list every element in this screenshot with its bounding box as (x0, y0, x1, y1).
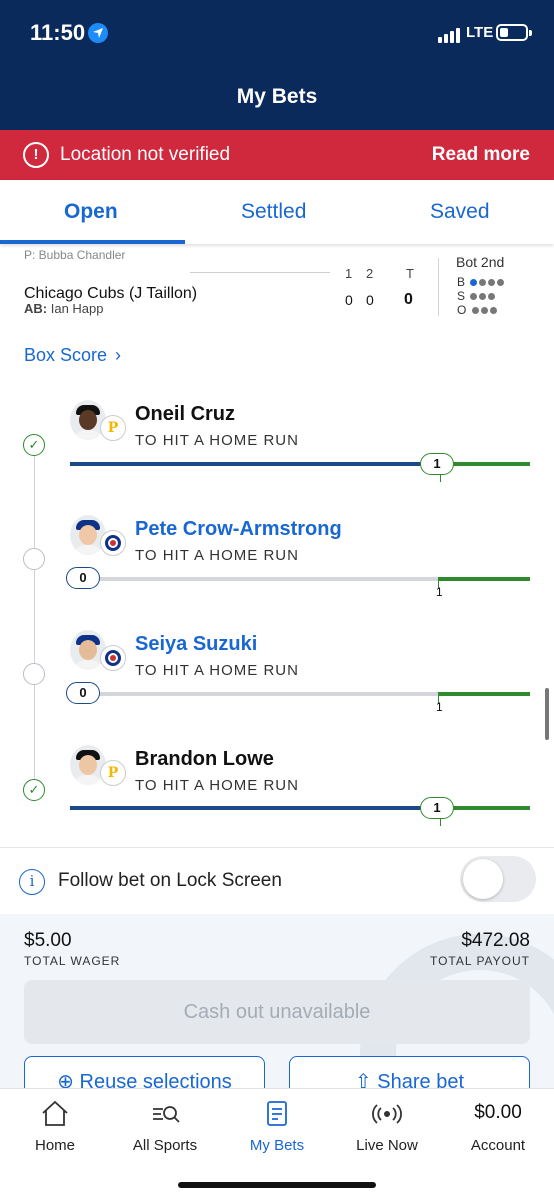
reuse-selections-button[interactable]: ⊕ Reuse selections (24, 1056, 265, 1090)
nav-label: Live Now (356, 1137, 418, 1154)
divider (190, 272, 330, 273)
alert-icon: ! (23, 142, 49, 168)
nav-label: Home (34, 1137, 75, 1154)
progress-count-pill: 0 (66, 567, 100, 589)
target-label: 1 (436, 585, 443, 599)
live-broadcast-icon (332, 1099, 442, 1127)
player-name: Brandon Lowe (135, 748, 274, 770)
count-label: B (457, 275, 466, 289)
strikes-count: S (457, 289, 496, 303)
total-payout-label: TOTAL PAYOUT (429, 954, 530, 968)
bet-tabs: Open Settled Saved (0, 180, 554, 244)
pitcher-line: P: Bubba Chandler (24, 248, 126, 262)
read-more-link[interactable]: Read more (432, 144, 530, 166)
page-title: My Bets (236, 85, 318, 108)
signal-icon (438, 25, 462, 43)
cubs-logo-icon (100, 645, 126, 671)
inning-score: 0 (345, 292, 353, 308)
scrollbar[interactable] (545, 688, 549, 740)
selection-timeline (34, 446, 35, 792)
progress-bar (70, 577, 530, 581)
progress-count-pill: 1 (420, 453, 454, 475)
progress-bar (70, 692, 530, 696)
market-label: TO HIT A HOME RUN (135, 432, 299, 449)
total-wager-value: $5.00 (24, 930, 72, 951)
goal-segment (438, 692, 530, 696)
market-label: TO HIT A HOME RUN (135, 547, 299, 564)
target-tick (440, 474, 441, 482)
app-header: 11:50 LTE My Bets (0, 0, 554, 130)
nav-label: My Bets (249, 1137, 305, 1154)
progress-bar (70, 462, 530, 466)
bet-slip-icon (222, 1099, 332, 1127)
target-label: 1 (436, 700, 443, 714)
active-tab-indicator (0, 240, 185, 244)
alert-message: Location not verified (60, 144, 231, 165)
outs-count: O (457, 303, 497, 317)
home-indicator[interactable] (178, 1182, 376, 1188)
follow-bet-label: Follow bet on Lock Screen (58, 870, 282, 891)
market-label: TO HIT A HOME RUN (135, 777, 299, 794)
tab-settled[interactable]: Settled (241, 200, 306, 224)
toggle-knob (463, 859, 503, 899)
check-icon: ✓ (23, 434, 45, 456)
info-icon: i (19, 869, 45, 895)
goal-segment (438, 577, 530, 581)
check-icon: ✓ (23, 779, 45, 801)
divider (0, 847, 554, 848)
account-balance: $0.00 (474, 1102, 522, 1123)
nav-label: Account (470, 1137, 526, 1154)
balls-count: B (457, 275, 505, 289)
at-bat-line: AB: Ian Happ (24, 301, 104, 316)
pirates-logo-icon: P (100, 415, 126, 441)
count-label: S (457, 289, 466, 303)
progress-count-pill: 0 (66, 682, 100, 704)
target-tick (440, 818, 441, 826)
location-arrow-icon (88, 23, 108, 43)
pending-circle-icon (23, 663, 45, 685)
box-score-link[interactable]: Box Score › (24, 345, 121, 366)
battery-icon (496, 24, 532, 41)
pirates-logo-icon: P (100, 760, 126, 786)
share-bet-button[interactable]: ⇧ Share bet (289, 1056, 530, 1090)
chevron-right-icon: › (115, 345, 122, 365)
cash-out-button: Cash out unavailable (24, 980, 530, 1044)
progress-fill (70, 806, 438, 810)
total-score: 0 (404, 291, 413, 308)
network-label: LTE (466, 24, 494, 41)
total-payout-value: $472.08 (461, 930, 530, 951)
wager-panel: $5.00 TOTAL WAGER $472.08 TOTAL PAYOUT C… (0, 914, 554, 1090)
nav-label: All Sports (132, 1137, 198, 1154)
market-label: TO HIT A HOME RUN (135, 662, 299, 679)
progress-count-pill: 1 (420, 797, 454, 819)
sports-search-icon (110, 1099, 220, 1127)
follow-bet-toggle[interactable] (460, 856, 536, 902)
cubs-logo-icon (100, 530, 126, 556)
pending-circle-icon (23, 548, 45, 570)
total-header: T (406, 266, 414, 281)
location-alert-banner: ! Location not verified Read more (0, 130, 554, 180)
count-label: O (457, 303, 467, 317)
total-wager-label: TOTAL WAGER (24, 954, 121, 968)
progress-fill (70, 462, 438, 466)
player-name-link[interactable]: Seiya Suzuki (135, 633, 257, 656)
tab-saved[interactable]: Saved (430, 200, 490, 224)
tab-open[interactable]: Open (64, 200, 118, 224)
divider (438, 258, 439, 316)
at-bat-player: Ian Happ (50, 301, 104, 316)
player-name-link[interactable]: Pete Crow-Armstrong (135, 518, 342, 541)
status-time: 11:50 (30, 20, 86, 45)
at-bat-label: AB: (24, 301, 48, 316)
player-name: Oneil Cruz (135, 403, 236, 425)
box-score-label: Box Score (24, 345, 108, 365)
inning-score: 0 (366, 292, 374, 308)
home-icon (0, 1099, 110, 1127)
progress-bar (70, 806, 530, 810)
game-state: Bot 2nd (456, 254, 505, 270)
inning-header: 2 (366, 266, 374, 281)
inning-header: 1 (345, 266, 353, 281)
